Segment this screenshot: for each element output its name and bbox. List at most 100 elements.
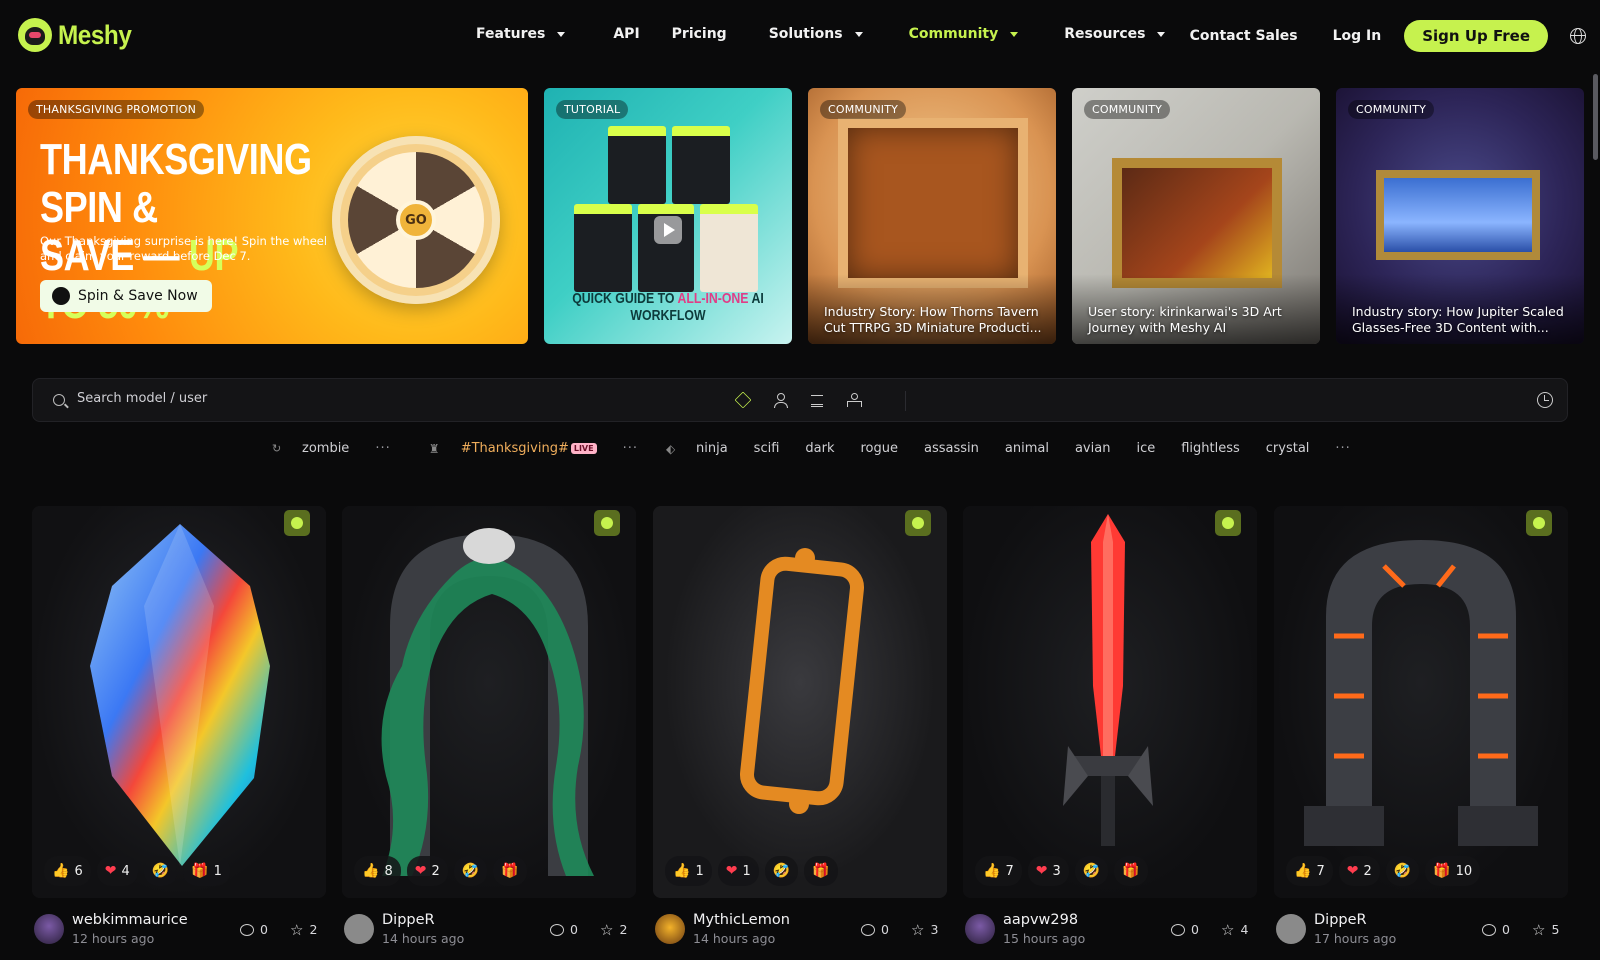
banner-tutorial[interactable]: TUTORIAL QUICK GUIDE TO ALL-IN-ONE AI WO… (544, 88, 792, 344)
banner-community-1[interactable]: COMMUNITY Industry Story: How Thorns Tav… (808, 88, 1056, 344)
laugh-reaction[interactable]: 🤣 (453, 856, 488, 886)
username[interactable]: MythicLemon (693, 912, 790, 928)
community-badge-icon (1215, 510, 1241, 536)
model-card[interactable]: 👍 1 ❤ 1 🤣 🎁 (653, 506, 947, 898)
gift-count: 1 (213, 863, 222, 879)
laugh-reaction[interactable]: 🤣 (143, 856, 178, 886)
avatar[interactable] (34, 914, 64, 944)
like-reaction[interactable]: 👍 8 (354, 856, 401, 886)
tag-item[interactable]: dark (805, 441, 834, 456)
comment-count[interactable]: 0 (1482, 922, 1510, 937)
laughing-icon: 🤣 (151, 863, 170, 879)
avatar[interactable] (965, 914, 995, 944)
like-reaction[interactable]: 👍 6 (44, 856, 91, 886)
user-filter-icon[interactable] (772, 392, 788, 408)
heart-reaction[interactable]: ❤ 2 (1338, 856, 1380, 886)
tag-thanksgiving[interactable]: #Thanksgiving# (461, 441, 569, 456)
hierarchy-filter-icon[interactable] (846, 392, 862, 408)
model-card[interactable]: 👍 7 ❤ 3 🤣 🎁 (963, 506, 1257, 898)
heart-icon: ❤ (725, 863, 738, 879)
favorite-count[interactable]: ☆ 2 (600, 922, 627, 937)
login-link[interactable]: Log In (1333, 28, 1382, 44)
nav-pricing[interactable]: Pricing (672, 26, 727, 42)
sort-filter-icon[interactable] (809, 392, 825, 408)
heart-reaction[interactable]: ❤ 2 (406, 856, 448, 886)
chevron-down-icon (557, 31, 566, 37)
model-card[interactable]: 👍 6 ❤ 4 🤣 🎁 1 (32, 506, 326, 898)
avatar[interactable] (655, 914, 685, 944)
tag-item[interactable]: crystal (1266, 441, 1310, 456)
username[interactable]: DippeR (382, 912, 435, 928)
nav-solutions[interactable]: Solutions (769, 26, 863, 42)
tag-recent[interactable]: zombie (302, 441, 349, 456)
tag-item[interactable]: assassin (924, 441, 979, 456)
avatar[interactable] (344, 914, 374, 944)
laugh-reaction[interactable]: 🤣 (764, 856, 799, 886)
heart-reaction[interactable]: ❤ 1 (717, 856, 759, 886)
contact-sales-link[interactable]: Contact Sales (1190, 28, 1298, 44)
main-nav: Features API Pricing Solutions Community… (476, 26, 1166, 42)
wheel-go-button[interactable]: GO (396, 200, 436, 240)
heart-reaction[interactable]: ❤ 3 (1027, 856, 1069, 886)
favorite-count[interactable]: ☆ 3 (911, 922, 938, 937)
page-scrollbar[interactable] (1593, 74, 1598, 160)
nav-resources[interactable]: Resources (1064, 26, 1166, 42)
like-reaction[interactable]: 👍 7 (1286, 856, 1333, 886)
banner-community-3[interactable]: COMMUNITY Industry story: How Jupiter Sc… (1336, 88, 1584, 344)
more-tags-button[interactable]: ··· (1335, 441, 1350, 456)
like-reaction[interactable]: 👍 7 (975, 856, 1022, 886)
like-count: 6 (74, 863, 83, 879)
nav-community-label: Community (908, 26, 999, 42)
tag-item[interactable]: avian (1075, 441, 1110, 456)
nav-features[interactable]: Features (476, 26, 566, 42)
meshy-logo[interactable]: Meshy (18, 18, 140, 52)
tag-item[interactable]: ice (1136, 441, 1155, 456)
spin-save-button[interactable]: Spin & Save Now (40, 280, 212, 312)
comment-value: 0 (1502, 922, 1510, 937)
username[interactable]: webkimmaurice (72, 912, 188, 928)
banner-badge: COMMUNITY (820, 100, 907, 119)
favorite-count[interactable]: ☆ 4 (1221, 922, 1248, 937)
gift-reaction[interactable]: 🎁 (493, 856, 527, 886)
signup-button[interactable]: Sign Up Free (1404, 20, 1548, 52)
nav-api[interactable]: API (613, 26, 639, 42)
username[interactable]: aapvw298 (1003, 912, 1078, 928)
banner-thanksgiving[interactable]: THANKSGIVING PROMOTION THANKSGIVING SPIN… (16, 88, 528, 344)
tag-item[interactable]: animal (1005, 441, 1049, 456)
gift-reaction[interactable]: 🎁 (804, 856, 838, 886)
favorite-count[interactable]: ☆ 2 (290, 922, 317, 937)
tag-item[interactable]: flightless (1181, 441, 1240, 456)
recent-search-icon: ↻ (272, 442, 282, 455)
avatar[interactable] (1276, 914, 1306, 944)
gift-reaction[interactable]: 🎁 10 (1425, 856, 1481, 886)
nav-community[interactable]: Community (909, 26, 1019, 42)
history-icon[interactable] (1537, 392, 1553, 408)
tag-item[interactable]: scifi (754, 441, 780, 456)
more-trending-button[interactable]: ··· (623, 441, 638, 456)
gift-reaction[interactable]: 🎁 1 (183, 856, 230, 886)
tag-item[interactable]: rogue (861, 441, 899, 456)
model-card[interactable]: 👍 7 ❤ 2 🤣 🎁 10 (1274, 506, 1568, 898)
laugh-reaction[interactable]: 🤣 (1385, 856, 1420, 886)
play-icon[interactable] (654, 216, 682, 244)
username[interactable]: DippeR (1314, 912, 1367, 928)
heart-icon: ❤ (104, 863, 117, 879)
like-reaction[interactable]: 👍 1 (665, 856, 712, 886)
laugh-reaction[interactable]: 🤣 (1074, 856, 1109, 886)
comment-count[interactable]: 0 (550, 922, 578, 937)
favorite-count[interactable]: ☆ 5 (1532, 922, 1559, 937)
more-recent-button[interactable]: ··· (375, 441, 390, 456)
search-input[interactable] (77, 391, 677, 406)
like-count: 1 (695, 863, 704, 879)
banner-community-2[interactable]: COMMUNITY User story: kirinkarwai's 3D A… (1072, 88, 1320, 344)
gift-reaction[interactable]: 🎁 (1114, 856, 1148, 886)
comment-count[interactable]: 0 (1171, 922, 1199, 937)
model-filter-icon[interactable] (734, 391, 752, 409)
heart-reaction[interactable]: ❤ 4 (96, 856, 138, 886)
globe-icon[interactable] (1570, 28, 1586, 44)
comment-count[interactable]: 0 (861, 922, 889, 937)
comment-count[interactable]: 0 (240, 922, 268, 937)
tag-item[interactable]: ninja (696, 441, 728, 456)
meshy-logo-icon (18, 18, 52, 52)
model-card[interactable]: 👍 8 ❤ 2 🤣 🎁 (342, 506, 636, 898)
